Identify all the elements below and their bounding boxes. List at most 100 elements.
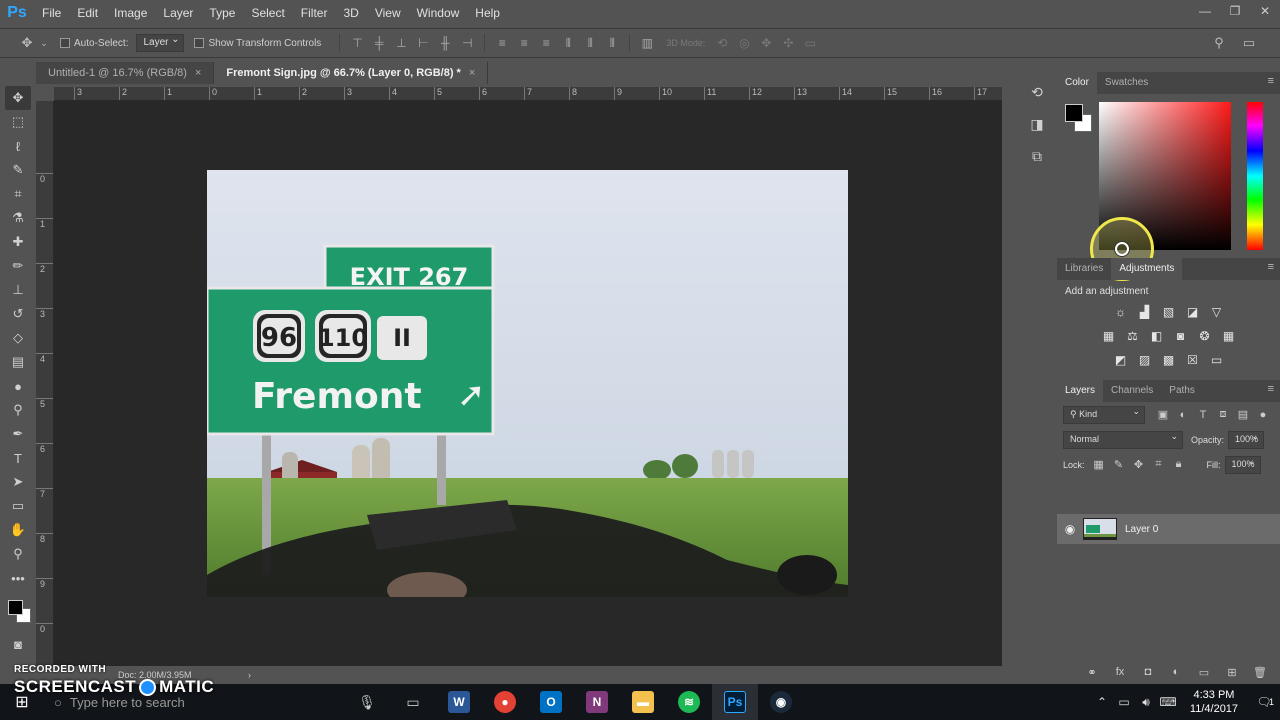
menu-help[interactable]: Help (467, 0, 508, 26)
align-vertical-center-icon[interactable]: ╪ (368, 33, 390, 53)
gradient-tool-icon[interactable]: ▤ (5, 350, 31, 374)
close-button[interactable]: ✕ (1250, 0, 1280, 22)
close-icon[interactable]: × (195, 67, 201, 79)
outlook-app-icon[interactable]: O (528, 684, 574, 720)
threshold-icon[interactable]: ▩ (1160, 351, 1178, 369)
menu-image[interactable]: Image (106, 0, 155, 26)
opacity-input[interactable]: 100% (1228, 430, 1265, 449)
tab-channels[interactable]: Channels (1103, 380, 1161, 402)
auto-select-dropdown[interactable]: Layer (136, 34, 185, 52)
search-icon[interactable]: ⚲ (1208, 32, 1230, 54)
microphone-icon[interactable]: 🎙︎ (344, 684, 390, 720)
3d-rotate-icon[interactable]: ⟲ (711, 33, 733, 53)
tab-layers[interactable]: Layers (1057, 380, 1104, 402)
clock[interactable]: 4:33 PM 11/4/2017 (1179, 688, 1249, 716)
align-bottom-icon[interactable]: ⊥ (390, 33, 412, 53)
workspace-icon[interactable]: ▭ (1238, 32, 1260, 54)
layer-name[interactable]: Layer 0 (1125, 524, 1158, 535)
lock-position-icon[interactable]: ✥ (1129, 456, 1149, 474)
distribute-left-icon[interactable]: ⫴ (557, 33, 579, 53)
menu-view[interactable]: View (367, 0, 409, 26)
rectangle-tool-icon[interactable]: ▭ (5, 494, 31, 518)
onenote-app-icon[interactable]: N (574, 684, 620, 720)
levels-icon[interactable]: ▟ (1136, 303, 1154, 321)
tool-preset-dropdown-icon[interactable]: ⌄ (38, 32, 50, 54)
path-selection-tool-icon[interactable]: ➤ (5, 470, 31, 494)
layer-style-icon[interactable]: fx (1110, 663, 1130, 681)
align-top-icon[interactable]: ⊤ (346, 33, 368, 53)
move-tool-icon[interactable]: ✥ (16, 32, 38, 54)
brightness-contrast-icon[interactable]: ☼ (1112, 303, 1130, 321)
healing-brush-tool-icon[interactable]: ✚ (5, 230, 31, 254)
channel-mixer-icon[interactable]: ❂ (1196, 327, 1214, 345)
new-adjustment-icon[interactable]: ◐ (1166, 663, 1186, 681)
quick-select-tool-icon[interactable]: ✎ (5, 158, 31, 182)
show-transform-checkbox[interactable] (194, 38, 205, 48)
align-left-icon[interactable]: ⊢ (412, 33, 434, 53)
chrome-app-icon[interactable]: ● (482, 684, 528, 720)
3d-slide-icon[interactable]: ✣ (777, 33, 799, 53)
lock-transparent-icon[interactable]: ▦ (1089, 456, 1109, 474)
color-lookup-icon[interactable]: ▦ (1220, 327, 1238, 345)
tab-swatches[interactable]: Swatches (1097, 72, 1156, 94)
distribute-right-icon[interactable]: ⫴ (601, 33, 623, 53)
volume-icon[interactable]: 🔊︎ (1135, 695, 1157, 710)
photo-filter-icon[interactable]: ◙ (1172, 327, 1190, 345)
taskbar-search[interactable]: ○ Type here to search (44, 684, 344, 720)
auto-select-checkbox[interactable] (60, 38, 70, 48)
eyedropper-tool-icon[interactable]: ⚗ (5, 206, 31, 230)
file-explorer-icon[interactable]: ▬ (620, 684, 666, 720)
clone-stamp-tool-icon[interactable]: ⊥ (5, 278, 31, 302)
invert-icon[interactable]: ◩ (1112, 351, 1130, 369)
move-tool-icon[interactable]: ✥ (5, 86, 31, 110)
3d-roll-icon[interactable]: ◎ (733, 33, 755, 53)
foreground-background-swatches[interactable] (4, 598, 32, 626)
exposure-icon[interactable]: ◪ (1184, 303, 1202, 321)
restore-button[interactable]: ❐ (1220, 0, 1250, 22)
pen-tool-icon[interactable]: ✒ (5, 422, 31, 446)
add-mask-icon[interactable]: ◘ (1138, 663, 1158, 681)
panel-menu-icon[interactable]: ≡ (1268, 261, 1274, 273)
panel-menu-icon[interactable]: ≡ (1268, 383, 1274, 395)
tab-fremont-sign[interactable]: Fremont Sign.jpg @ 66.7% (Layer 0, RGB/8… (214, 62, 489, 84)
notifications-icon[interactable]: 🗨︎ (1249, 695, 1279, 709)
adjustment-filter-icon[interactable]: ◐ (1173, 406, 1193, 424)
align-horizontal-center-icon[interactable]: ╫ (434, 33, 456, 53)
filter-toggle-icon[interactable]: ● (1253, 406, 1273, 424)
minimize-button[interactable]: — (1190, 0, 1220, 22)
network-icon[interactable]: ▭ (1113, 695, 1135, 709)
word-app-icon[interactable]: W (436, 684, 482, 720)
menu-window[interactable]: Window (409, 0, 468, 26)
color-balance-icon[interactable]: ⚖ (1124, 327, 1142, 345)
hand-tool-icon[interactable]: ✋ (5, 518, 31, 542)
lock-all-icon[interactable]: 🔒︎ (1169, 456, 1189, 474)
more-tools-icon[interactable]: ••• (5, 566, 31, 590)
hue-saturation-icon[interactable]: ▦ (1100, 327, 1118, 345)
distribute-hcenter-icon[interactable]: ⫴ (579, 33, 601, 53)
status-menu-arrow-icon[interactable]: › (248, 670, 251, 680)
spotify-app-icon[interactable]: ≋ (666, 684, 712, 720)
pixel-filter-icon[interactable]: ▣ (1153, 406, 1173, 424)
3d-pan-icon[interactable]: ✥ (755, 33, 777, 53)
selective-color-icon[interactable]: ☒ (1184, 351, 1202, 369)
type-filter-icon[interactable]: T (1193, 406, 1213, 424)
menu-select[interactable]: Select (243, 0, 292, 26)
photoshop-app-icon[interactable]: Ps (712, 684, 758, 720)
link-layers-icon[interactable]: ⚭ (1082, 663, 1102, 681)
layer-row[interactable]: ◉ Layer 0 (1057, 514, 1280, 544)
distribute-vcenter-icon[interactable]: ≡ (513, 33, 535, 53)
lock-artboard-icon[interactable]: ⌗ (1149, 456, 1169, 474)
document-image[interactable]: EXIT 267 96 110 II Fremont ➚ (207, 170, 848, 597)
dodge-tool-icon[interactable]: ⚲ (5, 398, 31, 422)
new-group-icon[interactable]: ▭ (1194, 663, 1214, 681)
foreground-color-swatch[interactable] (1065, 104, 1083, 122)
input-keyboard-icon[interactable]: ⌨ (1157, 695, 1179, 709)
tab-color[interactable]: Color (1057, 72, 1097, 94)
menu-type[interactable]: Type (201, 0, 243, 26)
blend-mode-dropdown[interactable]: Normal (1063, 430, 1183, 449)
menu-layer[interactable]: Layer (155, 0, 201, 26)
fill-input[interactable]: 100% (1224, 455, 1261, 474)
distribute-top-icon[interactable]: ≡ (491, 33, 513, 53)
tab-paths[interactable]: Paths (1161, 380, 1203, 402)
quick-mask-icon[interactable]: ◙ (5, 632, 31, 656)
